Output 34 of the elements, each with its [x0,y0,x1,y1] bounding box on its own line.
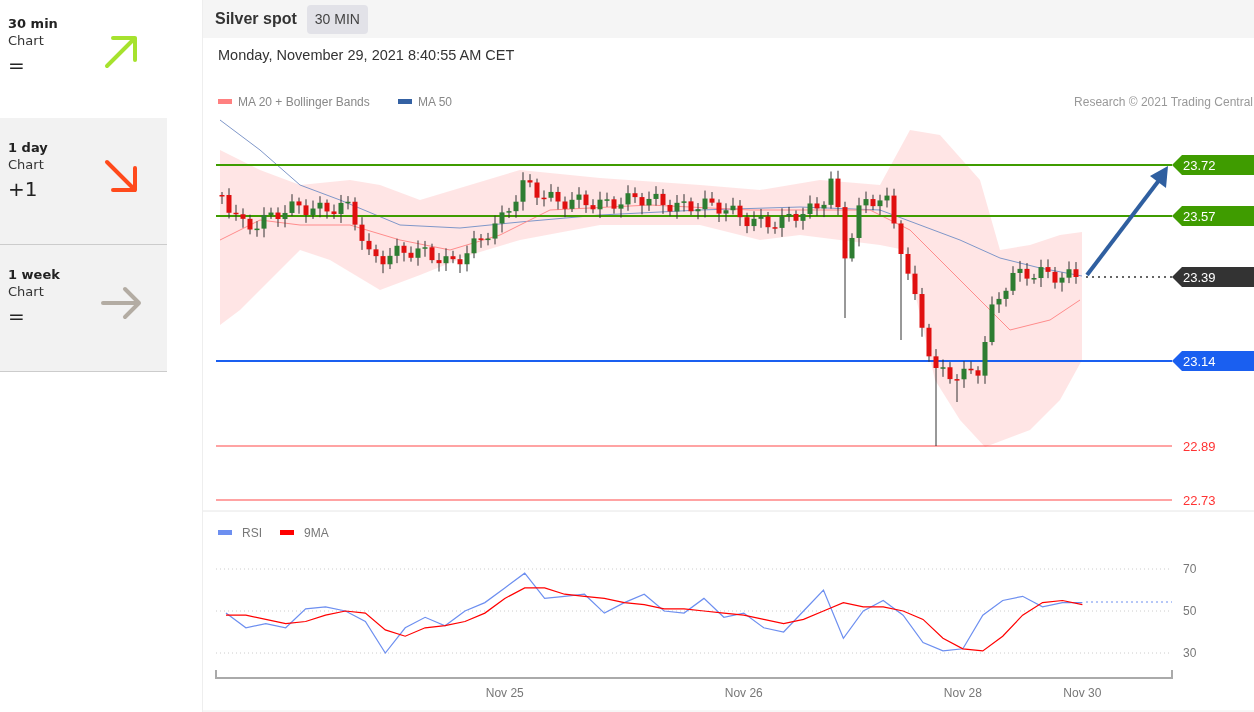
price-label: 22.89 [1183,439,1216,454]
price-label: 23.57 [1172,206,1254,226]
x-tick-label: Nov 30 [1063,686,1102,700]
chart-label: Chart [8,32,45,49]
x-tick-label: Nov 25 [485,686,524,700]
legend-label: RSI [242,526,262,540]
price-label: 23.72 [1172,155,1254,175]
timeframe-title: 1 week [8,267,60,283]
timestamp: Monday, November 29, 2021 8:40:55 AM CET [218,47,515,63]
price-label: 22.73 [1183,493,1216,508]
instrument-title: Silver spot [215,9,297,29]
timeframe-card[interactable]: 1 day Chart +1 [0,118,168,245]
y-tick-label: 70 [1183,562,1197,576]
timeframe-card[interactable]: 1 week Chart = [0,245,168,372]
legend-label: MA 50 [418,95,453,109]
copyright-text: Research © 2021 Trading Central [1074,95,1253,109]
price-label: 23.14 [1172,351,1254,371]
x-tick-label: Nov 28 [943,686,982,700]
timeframe-title: 1 day [8,140,48,156]
legend-swatch [280,530,294,535]
legend-swatch [218,530,232,535]
y-tick-label: 30 [1183,646,1197,660]
chart-label: Chart [8,283,45,300]
trend-symbol: = [8,303,26,330]
chart-label: Chart [8,156,45,173]
trend-symbol: = [8,52,26,79]
legend-label: MA 20 + Bollinger Bands [238,95,370,109]
price-label: 23.39 [1172,267,1254,287]
timeframe-title: 30 min [8,16,58,32]
legend-label: 9MA [304,526,329,540]
x-tick-label: Nov 26 [724,686,763,700]
trend-symbol: +1 [8,176,39,203]
timeframe-badge: 30 MIN [306,4,368,34]
y-tick-label: 50 [1183,604,1197,618]
